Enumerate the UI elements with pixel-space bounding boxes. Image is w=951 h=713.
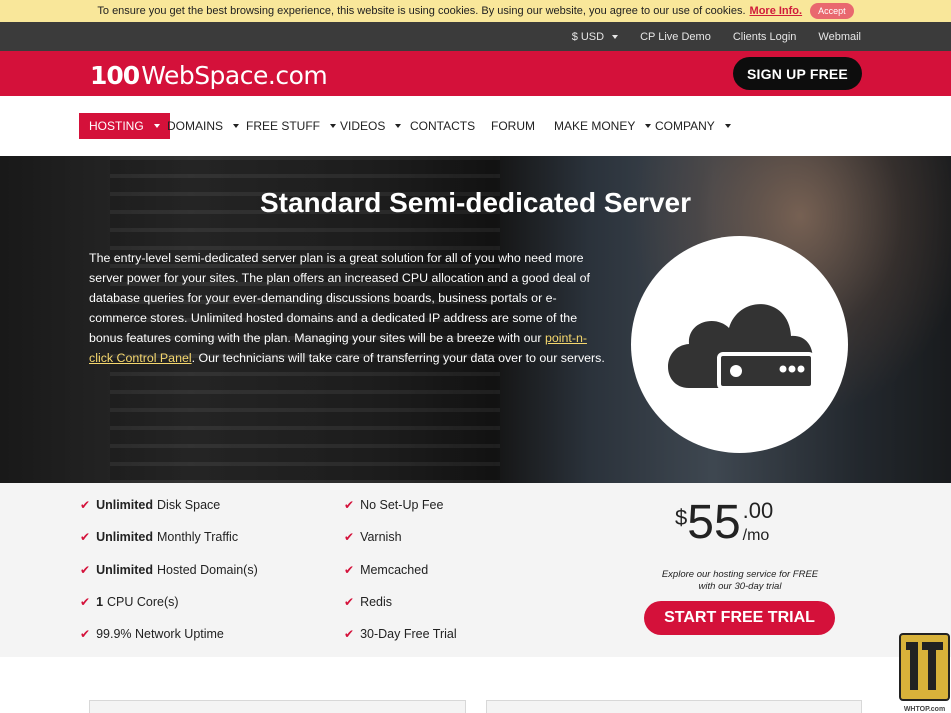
chevron-down-icon [233, 124, 240, 128]
whtop-watermark: WHTOP.com [898, 632, 951, 713]
feature-bold: Unlimited [96, 498, 154, 512]
main-navigation: HOSTING DOMAINS FREE STUFF VIDEOS CONTAC… [0, 96, 951, 156]
feature-free-trial: ✔ 30-Day Free Trial [344, 627, 457, 641]
hero-banner: Standard Semi-dedicated Server The entry… [0, 156, 951, 483]
feature-network-uptime: ✔ 99.9% Network Uptime [80, 627, 224, 641]
feature-text: 99.9% Network Uptime [96, 627, 224, 641]
nav-company-label: COMPANY [655, 119, 715, 133]
plan-description-text-end: . Our technicians will take care of tran… [191, 351, 605, 365]
nav-make-money[interactable]: MAKE MONEY [554, 113, 652, 139]
nav-make-money-label: MAKE MONEY [554, 119, 636, 133]
page-title: Standard Semi-dedicated Server [259, 187, 692, 218]
cp-live-demo-link[interactable]: CP Live Demo [640, 31, 711, 43]
cookie-more-info-link[interactable]: More Info. [750, 5, 803, 17]
nav-company[interactable]: COMPANY [655, 113, 731, 139]
site-header: 100 WebSpace.com SIGN UP FREE [0, 51, 951, 96]
plan-price: $ 55 .00 /mo [675, 499, 773, 547]
nav-free-stuff-label: FREE STUFF [246, 119, 320, 133]
start-free-trial-button[interactable]: START FREE TRIAL [644, 601, 835, 635]
feature-hosted-domains: ✔ Unlimited Hosted Domain(s) [80, 563, 258, 577]
watermark-text: WHTOP.com [903, 706, 946, 713]
price-currency: $ [675, 505, 688, 530]
feature-text: 30-Day Free Trial [360, 627, 457, 641]
check-icon: ✔ [80, 563, 91, 577]
feature-redis: ✔ Redis [344, 595, 392, 609]
feature-memcached: ✔ Memcached [344, 563, 428, 577]
chevron-down-icon [645, 124, 652, 128]
check-icon: ✔ [344, 595, 355, 609]
top-utility-bar: $ USD CP Live Demo Clients Login Webmail [0, 22, 951, 51]
nav-hosting[interactable]: HOSTING [79, 113, 170, 139]
logo-text: WebSpace.com [141, 61, 328, 90]
feature-text: Memcached [360, 563, 429, 577]
cookie-message: To ensure you get the best browsing expe… [97, 5, 746, 17]
feature-bold: Unlimited [96, 530, 154, 544]
feature-text: Hosted Domain(s) [157, 563, 258, 577]
lower-card-right [486, 700, 862, 713]
chevron-down-icon [395, 124, 402, 128]
nav-forum[interactable]: FORUM [491, 113, 535, 139]
cookie-accept-button[interactable]: Accept [810, 3, 854, 19]
cookie-banner: To ensure you get the best browsing expe… [0, 0, 951, 22]
check-icon: ✔ [80, 595, 91, 609]
chevron-down-icon [612, 34, 619, 39]
nav-forum-label: FORUM [491, 119, 535, 133]
trial-note-line1: Explore our hosting service for FREE [661, 569, 819, 580]
trial-note: Explore our hosting service for FREE wit… [640, 569, 840, 593]
check-icon: ✔ [344, 498, 355, 512]
check-icon: ✔ [344, 563, 355, 577]
nav-free-stuff[interactable]: FREE STUFF [246, 113, 336, 139]
nav-domains-label: DOMAINS [167, 119, 224, 133]
check-icon: ✔ [344, 627, 355, 641]
webmail-link[interactable]: Webmail [818, 31, 861, 43]
trial-note-line2: with our 30-day trial [698, 581, 782, 592]
cloud-server-icon [668, 304, 815, 390]
site-logo[interactable]: 100 WebSpace.com [90, 61, 328, 90]
nav-domains[interactable]: DOMAINS [167, 113, 240, 139]
nav-videos[interactable]: VIDEOS [340, 113, 402, 139]
plan-features: ✔ Unlimited Disk Space ✔ Unlimited Month… [0, 483, 951, 657]
feature-cpu-cores: ✔ 1 CPU Core(s) [80, 595, 179, 609]
check-icon: ✔ [80, 530, 91, 544]
chevron-down-icon [153, 124, 160, 128]
feature-varnish: ✔ Varnish [344, 530, 402, 544]
price-period: /mo [742, 527, 770, 544]
currency-selector[interactable]: $ USD [571, 30, 619, 43]
whtop-logo-icon [899, 633, 950, 701]
plan-description: The entry-level semi-dedicated server pl… [89, 248, 609, 368]
currency-label: $ USD [571, 30, 605, 43]
feature-text: Redis [360, 595, 393, 609]
logo-number: 100 [90, 61, 140, 90]
price-whole: 55 [687, 496, 741, 549]
plan-icon-badge [631, 236, 848, 453]
feature-bold: Unlimited [96, 563, 154, 577]
nav-contacts-label: CONTACTS [410, 119, 476, 133]
feature-monthly-traffic: ✔ Unlimited Monthly Traffic [80, 530, 238, 544]
feature-no-setup-fee: ✔ No Set-Up Fee [344, 498, 443, 512]
feature-text: CPU Core(s) [107, 595, 179, 609]
feature-text: No Set-Up Fee [360, 498, 444, 512]
check-icon: ✔ [80, 498, 91, 512]
clients-login-link[interactable]: Clients Login [733, 31, 797, 43]
feature-text: Disk Space [157, 498, 221, 512]
feature-text: Monthly Traffic [157, 530, 239, 544]
check-icon: ✔ [344, 530, 355, 544]
feature-disk-space: ✔ Unlimited Disk Space [80, 498, 220, 512]
lower-card-left [89, 700, 466, 713]
nav-hosting-label: HOSTING [89, 119, 144, 133]
nav-videos-label: VIDEOS [340, 119, 386, 133]
chevron-down-icon [724, 124, 731, 128]
price-fraction: .00 /mo [743, 499, 774, 547]
feature-text: Varnish [360, 530, 402, 544]
nav-contacts[interactable]: CONTACTS [410, 113, 475, 139]
sign-up-free-button[interactable]: SIGN UP FREE [733, 57, 862, 90]
check-icon: ✔ [80, 627, 91, 641]
feature-bold: 1 [96, 595, 104, 609]
chevron-down-icon [330, 124, 336, 128]
price-cents: .00 [742, 498, 774, 523]
plan-description-text: The entry-level semi-dedicated server pl… [89, 251, 590, 345]
